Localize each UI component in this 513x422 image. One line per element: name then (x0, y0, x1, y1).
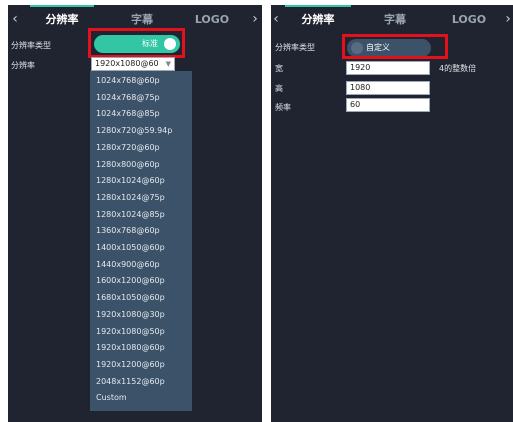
dropdown-option[interactable]: 1280x800@60p (90, 157, 192, 174)
dropdown-option[interactable]: 1920x1080@50p (90, 324, 192, 341)
tab-bar: ‹ 分辨率 字幕 LOGO › (271, 5, 513, 35)
tab-resolution[interactable]: 分辨率 (30, 5, 94, 35)
dropdown-option[interactable]: 1280x720@59.94p (90, 123, 192, 140)
rate-input[interactable]: 60 (346, 98, 430, 112)
dropdown-option[interactable]: 1280x720@60p (90, 140, 192, 157)
dropdown-option[interactable]: 1400x1050@60p (90, 240, 192, 257)
toggle-text: 自定义 (366, 43, 390, 52)
dropdown-option[interactable]: 1024x768@85p (90, 106, 192, 123)
rate-label: 频率 (275, 103, 291, 112)
tab-subtitle[interactable]: 字幕 (112, 5, 172, 35)
dropdown-option[interactable]: 1360x768@60p (90, 223, 192, 240)
resolution-type-label: 分辨率类型 (11, 41, 51, 50)
width-label: 宽 (275, 64, 283, 73)
resolution-type-label: 分辨率类型 (275, 43, 315, 52)
dropdown-option[interactable]: 1024x768@60p (90, 73, 192, 90)
chevron-left-icon[interactable]: ‹ (10, 5, 20, 35)
dropdown-option[interactable]: Custom (90, 390, 192, 407)
tab-bar: ‹ 分辨率 字幕 LOGO › (8, 5, 262, 35)
dropdown-option[interactable]: 1280x1024@60p (90, 173, 192, 190)
tab-resolution[interactable]: 分辨率 (285, 5, 351, 35)
width-input[interactable]: 1920 (346, 61, 430, 75)
tab-logo[interactable]: LOGO (186, 5, 238, 35)
height-input[interactable]: 1080 (346, 81, 430, 95)
toggle-knob (164, 38, 176, 50)
dropdown-option[interactable]: 1280x1024@75p (90, 190, 192, 207)
resolution-label: 分辨率 (11, 61, 35, 70)
resolution-type-toggle[interactable]: 自定义 (347, 39, 431, 57)
toggle-knob (351, 42, 363, 54)
chevron-right-icon[interactable]: › (250, 5, 260, 35)
chevron-right-icon[interactable]: › (503, 5, 513, 35)
toggle-text: 标准 (142, 39, 158, 48)
resolution-type-toggle[interactable]: 标准 (94, 35, 180, 53)
dropdown-option[interactable]: 1024x768@75p (90, 90, 192, 107)
dropdown-option[interactable]: 1920x1080@30p (90, 307, 192, 324)
right-settings-panel: ‹ 分辨率 字幕 LOGO › 分辨率类型 自定义 宽 1920 4的整数倍 高… (271, 5, 513, 422)
left-settings-panel: ‹ 分辨率 字幕 LOGO › 分辨率类型 标准 分辨率 1920x1080@6… (8, 5, 262, 422)
dropdown-option[interactable]: 2048x1152@60p (90, 374, 192, 391)
dropdown-option[interactable]: 1280x1024@85p (90, 207, 192, 224)
width-hint: 4的整数倍 (439, 64, 477, 73)
dropdown-option[interactable]: 1600x1200@60p (90, 273, 192, 290)
chevron-down-icon: ▼ (165, 60, 171, 68)
resolution-select-value: 1920x1080@60 (95, 59, 159, 68)
dropdown-option[interactable]: 1440x900@60p (90, 257, 192, 274)
dropdown-option[interactable]: 1680x1050@60p (90, 290, 192, 307)
dropdown-option[interactable]: 1920x1200@60p (90, 357, 192, 374)
tab-logo[interactable]: LOGO (443, 5, 495, 35)
resolution-select[interactable]: 1920x1080@60 ▼ (91, 57, 175, 71)
chevron-left-icon[interactable]: ‹ (271, 5, 281, 35)
dropdown-option[interactable]: 1920x1080@60p (90, 340, 192, 357)
tab-subtitle[interactable]: 字幕 (365, 5, 425, 35)
height-label: 高 (275, 84, 283, 93)
resolution-dropdown-list: 1024x768@60p 1024x768@75p 1024x768@85p 1280… (90, 71, 192, 411)
